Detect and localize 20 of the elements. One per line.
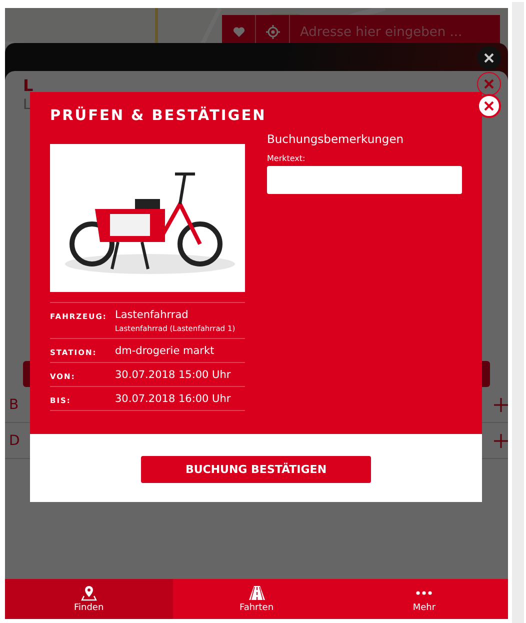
close-icon [483,100,495,112]
detail-value: 30.07.2018 15:00 Uhr [115,369,231,381]
detail-value: 30.07.2018 16:00 Uhr [115,393,231,405]
road-icon [248,585,266,601]
close-icon [483,52,495,64]
dialog-title: PRÜFEN & BESTÄTIGEN [50,108,268,124]
confirm-button[interactable]: BUCHUNG BESTÄTIGEN [141,456,371,483]
panel-title: L [23,77,34,95]
remarks-heading: Buchungsbemerkungen [267,132,405,146]
locate-icon [266,25,280,39]
map-pin-icon [80,585,97,601]
close-icon [483,78,495,90]
nav-tab[interactable]: Finden [5,579,173,619]
plus-icon[interactable] [494,434,508,448]
heart-icon [232,26,244,38]
remarks-input-field[interactable] [267,166,462,194]
detail-value: dm-drogerie markt [115,345,214,357]
plus-icon[interactable] [494,398,508,412]
remarks-label: Merktext: [267,154,306,163]
detail-value: Lastenfahrrad [115,309,190,321]
